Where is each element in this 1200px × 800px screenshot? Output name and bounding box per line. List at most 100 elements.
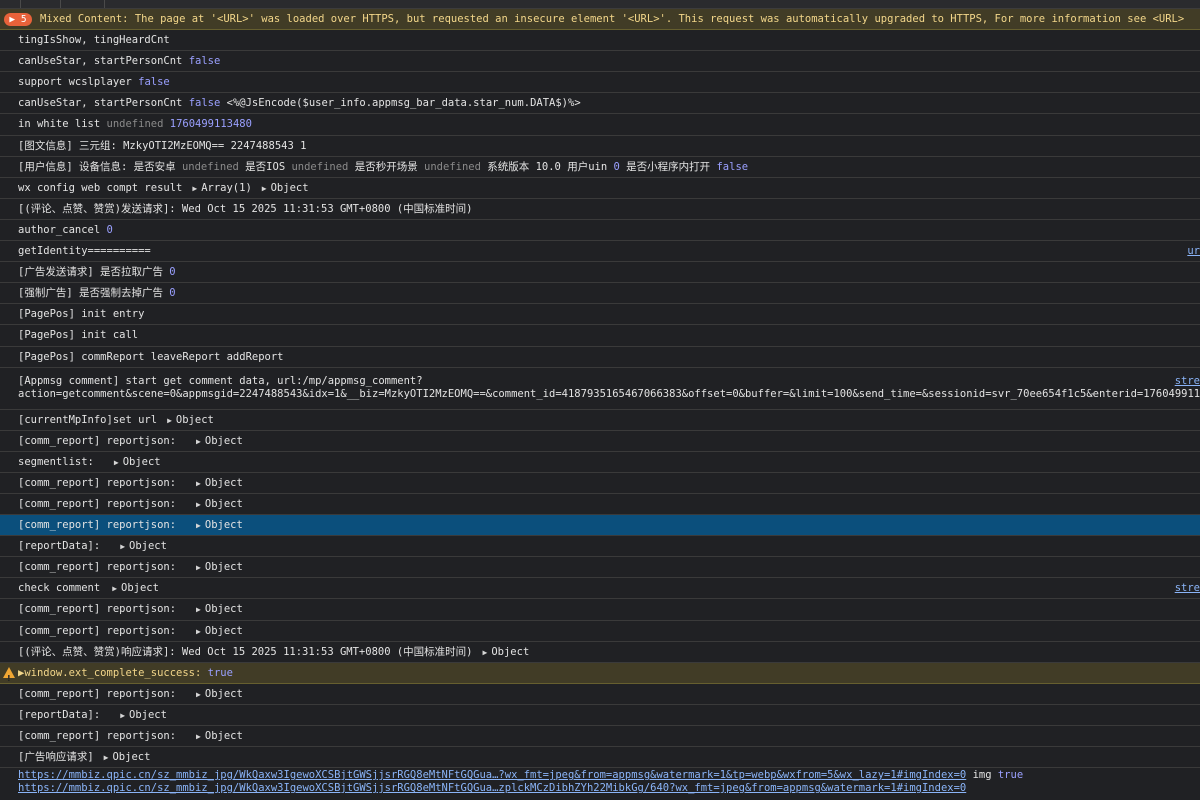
log-text: [comm_report] reportjson: [18, 687, 177, 700]
log-text: canUseStar, startPersonCnt [18, 55, 183, 68]
log-row[interactable]: [(评论、点赞、赞赏)响应请求]: Wed Oct 15 2025 11:31:… [0, 642, 1200, 663]
object-preview[interactable]: Object [205, 498, 243, 510]
tab-segment [0, 0, 21, 8]
log-row[interactable]: [comm_report] reportjson: ▶ Object [0, 431, 1200, 452]
object-preview[interactable]: Object [205, 730, 243, 742]
log-row[interactable]: [广告发送请求] 是否拉取广告 0 [0, 262, 1200, 284]
object-preview[interactable]: Object [129, 709, 167, 721]
object-preview[interactable]: Object [271, 182, 309, 194]
log-text: 是否秒开场景 [354, 160, 418, 173]
undefined-value: undefined [181, 160, 239, 173]
expand-triangle-icon[interactable]: ▶ [192, 184, 197, 193]
log-row-selected[interactable]: [comm_report] reportjson: ▶ Object [0, 515, 1200, 537]
message-count-badge[interactable]: ▶ 5 [4, 13, 32, 26]
log-text: [reportData]: [18, 540, 101, 553]
expand-triangle-icon[interactable]: ▶ [196, 563, 201, 572]
log-row[interactable]: [comm_report] reportjson: ▶ Object [0, 684, 1200, 705]
console-log: ▶ 5 Mixed Content: The page at '<URL>' w… [0, 9, 1200, 796]
log-row[interactable]: [(评论、点赞、赞赏)发送请求]: Wed Oct 15 2025 11:31:… [0, 199, 1200, 220]
log-text: action=getcomment&scene=0&appmsgid=22474… [18, 387, 1200, 400]
log-row[interactable]: [用户信息] 设备信息: 是否安卓 undefined 是否IOS undefi… [0, 157, 1200, 178]
log-row[interactable]: [comm_report] reportjson: ▶ Object [0, 621, 1200, 642]
log-row[interactable]: [comm_report] reportjson: ▶ Object [0, 494, 1200, 516]
number-value: 1760499113480 [169, 118, 252, 131]
object-preview[interactable]: Array(1) [201, 182, 252, 194]
log-row[interactable]: support wcslplayer false [0, 72, 1200, 94]
mixed-content-text: Mixed Content: The page at '<URL>' was l… [40, 13, 1185, 25]
log-row[interactable]: getIdentity========== ur [0, 241, 1200, 263]
mixed-content-message[interactable]: ▶ 5 Mixed Content: The page at '<URL>' w… [0, 9, 1200, 31]
image-url-link[interactable]: https://mmbiz.qpic.cn/sz_mmbiz_jpg/WkQax… [18, 769, 966, 781]
log-row[interactable]: [reportData]: ▶ Object [0, 705, 1200, 726]
log-row[interactable]: check comment ▶ Object stre [0, 578, 1200, 600]
log-row[interactable]: [广告响应请求] ▶ Object [0, 747, 1200, 769]
expand-triangle-icon[interactable]: ▶ [262, 184, 267, 193]
expand-triangle-icon[interactable]: ▶ [196, 500, 201, 509]
object-preview[interactable]: Object [176, 414, 214, 426]
log-row[interactable]: segmentlist: ▶ Object [0, 452, 1200, 473]
object-preview[interactable]: Object [205, 561, 243, 573]
object-preview[interactable]: Object [121, 582, 159, 594]
expand-triangle-icon[interactable]: ▶ [167, 416, 172, 425]
object-preview[interactable]: Object [491, 646, 529, 658]
boolean-value: true [997, 769, 1024, 782]
source-link[interactable]: ur [1183, 241, 1200, 261]
expand-triangle-icon[interactable]: ▶ [114, 458, 119, 467]
log-row[interactable]: [Appmsg comment] start get comment data,… [0, 368, 1200, 410]
log-row[interactable]: author_cancel 0 [0, 220, 1200, 242]
warning-row[interactable]: ▶window.ext_complete_success: true [0, 662, 1200, 684]
log-row[interactable]: [comm_report] reportjson: ▶ Object [0, 473, 1200, 494]
log-row[interactable]: canUseStar, startPersonCnt false [0, 51, 1200, 73]
expand-triangle-icon[interactable]: ▶ [196, 690, 201, 699]
log-text: canUseStar, startPersonCnt [18, 97, 183, 110]
log-text: [currentMpInfo]set url [18, 413, 158, 426]
expand-triangle-icon[interactable]: ▶ [104, 753, 109, 762]
log-row[interactable]: https://mmbiz.qpic.cn/sz_mmbiz_jpg/WkQax… [0, 768, 1200, 796]
log-row[interactable]: tingIsShow, tingHeardCnt [0, 30, 1200, 52]
log-row[interactable]: [currentMpInfo]set url ▶ Object [0, 410, 1200, 431]
expand-triangle-icon[interactable]: ▶ [196, 605, 201, 614]
log-row[interactable]: canUseStar, startPersonCnt false <%@JsEn… [0, 93, 1200, 115]
expand-triangle-icon[interactable]: ▶ [120, 711, 125, 720]
log-row[interactable]: [PagePos] commReport leaveReport addRepo… [0, 347, 1200, 368]
log-row[interactable]: [强制广告] 是否强制去掉广告 0 [0, 283, 1200, 305]
log-text: author_cancel [18, 223, 101, 236]
source-link[interactable]: stre [1171, 375, 1200, 388]
expand-triangle-icon[interactable]: ▶ [112, 584, 117, 593]
object-preview[interactable]: Object [205, 435, 243, 447]
log-row[interactable]: [PagePos] init call [0, 325, 1200, 347]
log-text: [comm_report] reportjson: [18, 476, 177, 489]
log-row[interactable]: in white list undefined 1760499113480 [0, 114, 1200, 136]
log-text: in white list [18, 118, 101, 131]
object-preview[interactable]: Object [129, 540, 167, 552]
log-text: support wcslplayer [18, 76, 132, 89]
log-text: ▶window.ext_complete_success: [18, 666, 202, 679]
log-text: [(评论、点赞、赞赏)响应请求]: Wed Oct 15 2025 11:31:… [18, 645, 473, 658]
expand-triangle-icon[interactable]: ▶ [483, 648, 488, 657]
log-row[interactable]: [reportData]: ▶ Object [0, 536, 1200, 558]
expand-triangle-icon[interactable]: ▶ [196, 437, 201, 446]
expand-triangle-icon[interactable]: ▶ [196, 732, 201, 741]
object-preview[interactable]: Object [205, 603, 243, 615]
expand-triangle-icon[interactable]: ▶ [196, 627, 201, 636]
log-text: [PagePos] init entry [18, 308, 145, 321]
log-row[interactable]: [comm_report] reportjson: ▶ Object [0, 599, 1200, 621]
log-row[interactable]: [图文信息] 三元组: MzkyOTI2MzEOMQ== 2247488543 … [0, 136, 1200, 157]
log-row[interactable]: [comm_report] reportjson: ▶ Object [0, 726, 1200, 748]
object-preview[interactable]: Object [205, 477, 243, 489]
log-row[interactable]: [PagePos] init entry [0, 304, 1200, 326]
expand-triangle-icon[interactable]: ▶ [120, 542, 125, 551]
object-preview[interactable]: Object [205, 519, 243, 531]
number-value: 0 [613, 160, 620, 173]
object-preview[interactable]: Object [123, 456, 161, 468]
source-link[interactable]: stre [1171, 578, 1200, 598]
object-preview[interactable]: Object [112, 751, 150, 763]
object-preview[interactable]: Object [205, 625, 243, 637]
log-row[interactable]: [comm_report] reportjson: ▶ Object [0, 557, 1200, 579]
expand-triangle-icon[interactable]: ▶ [196, 521, 201, 530]
object-preview[interactable]: Object [205, 688, 243, 700]
log-row[interactable]: wx config web compt result ▶ Array(1) ▶ Obje… [0, 178, 1200, 199]
log-text: [comm_report] reportjson: [18, 497, 177, 510]
image-url-link[interactable]: https://mmbiz.qpic.cn/sz_mmbiz_jpg/WkQax… [18, 782, 966, 794]
expand-triangle-icon[interactable]: ▶ [196, 479, 201, 488]
